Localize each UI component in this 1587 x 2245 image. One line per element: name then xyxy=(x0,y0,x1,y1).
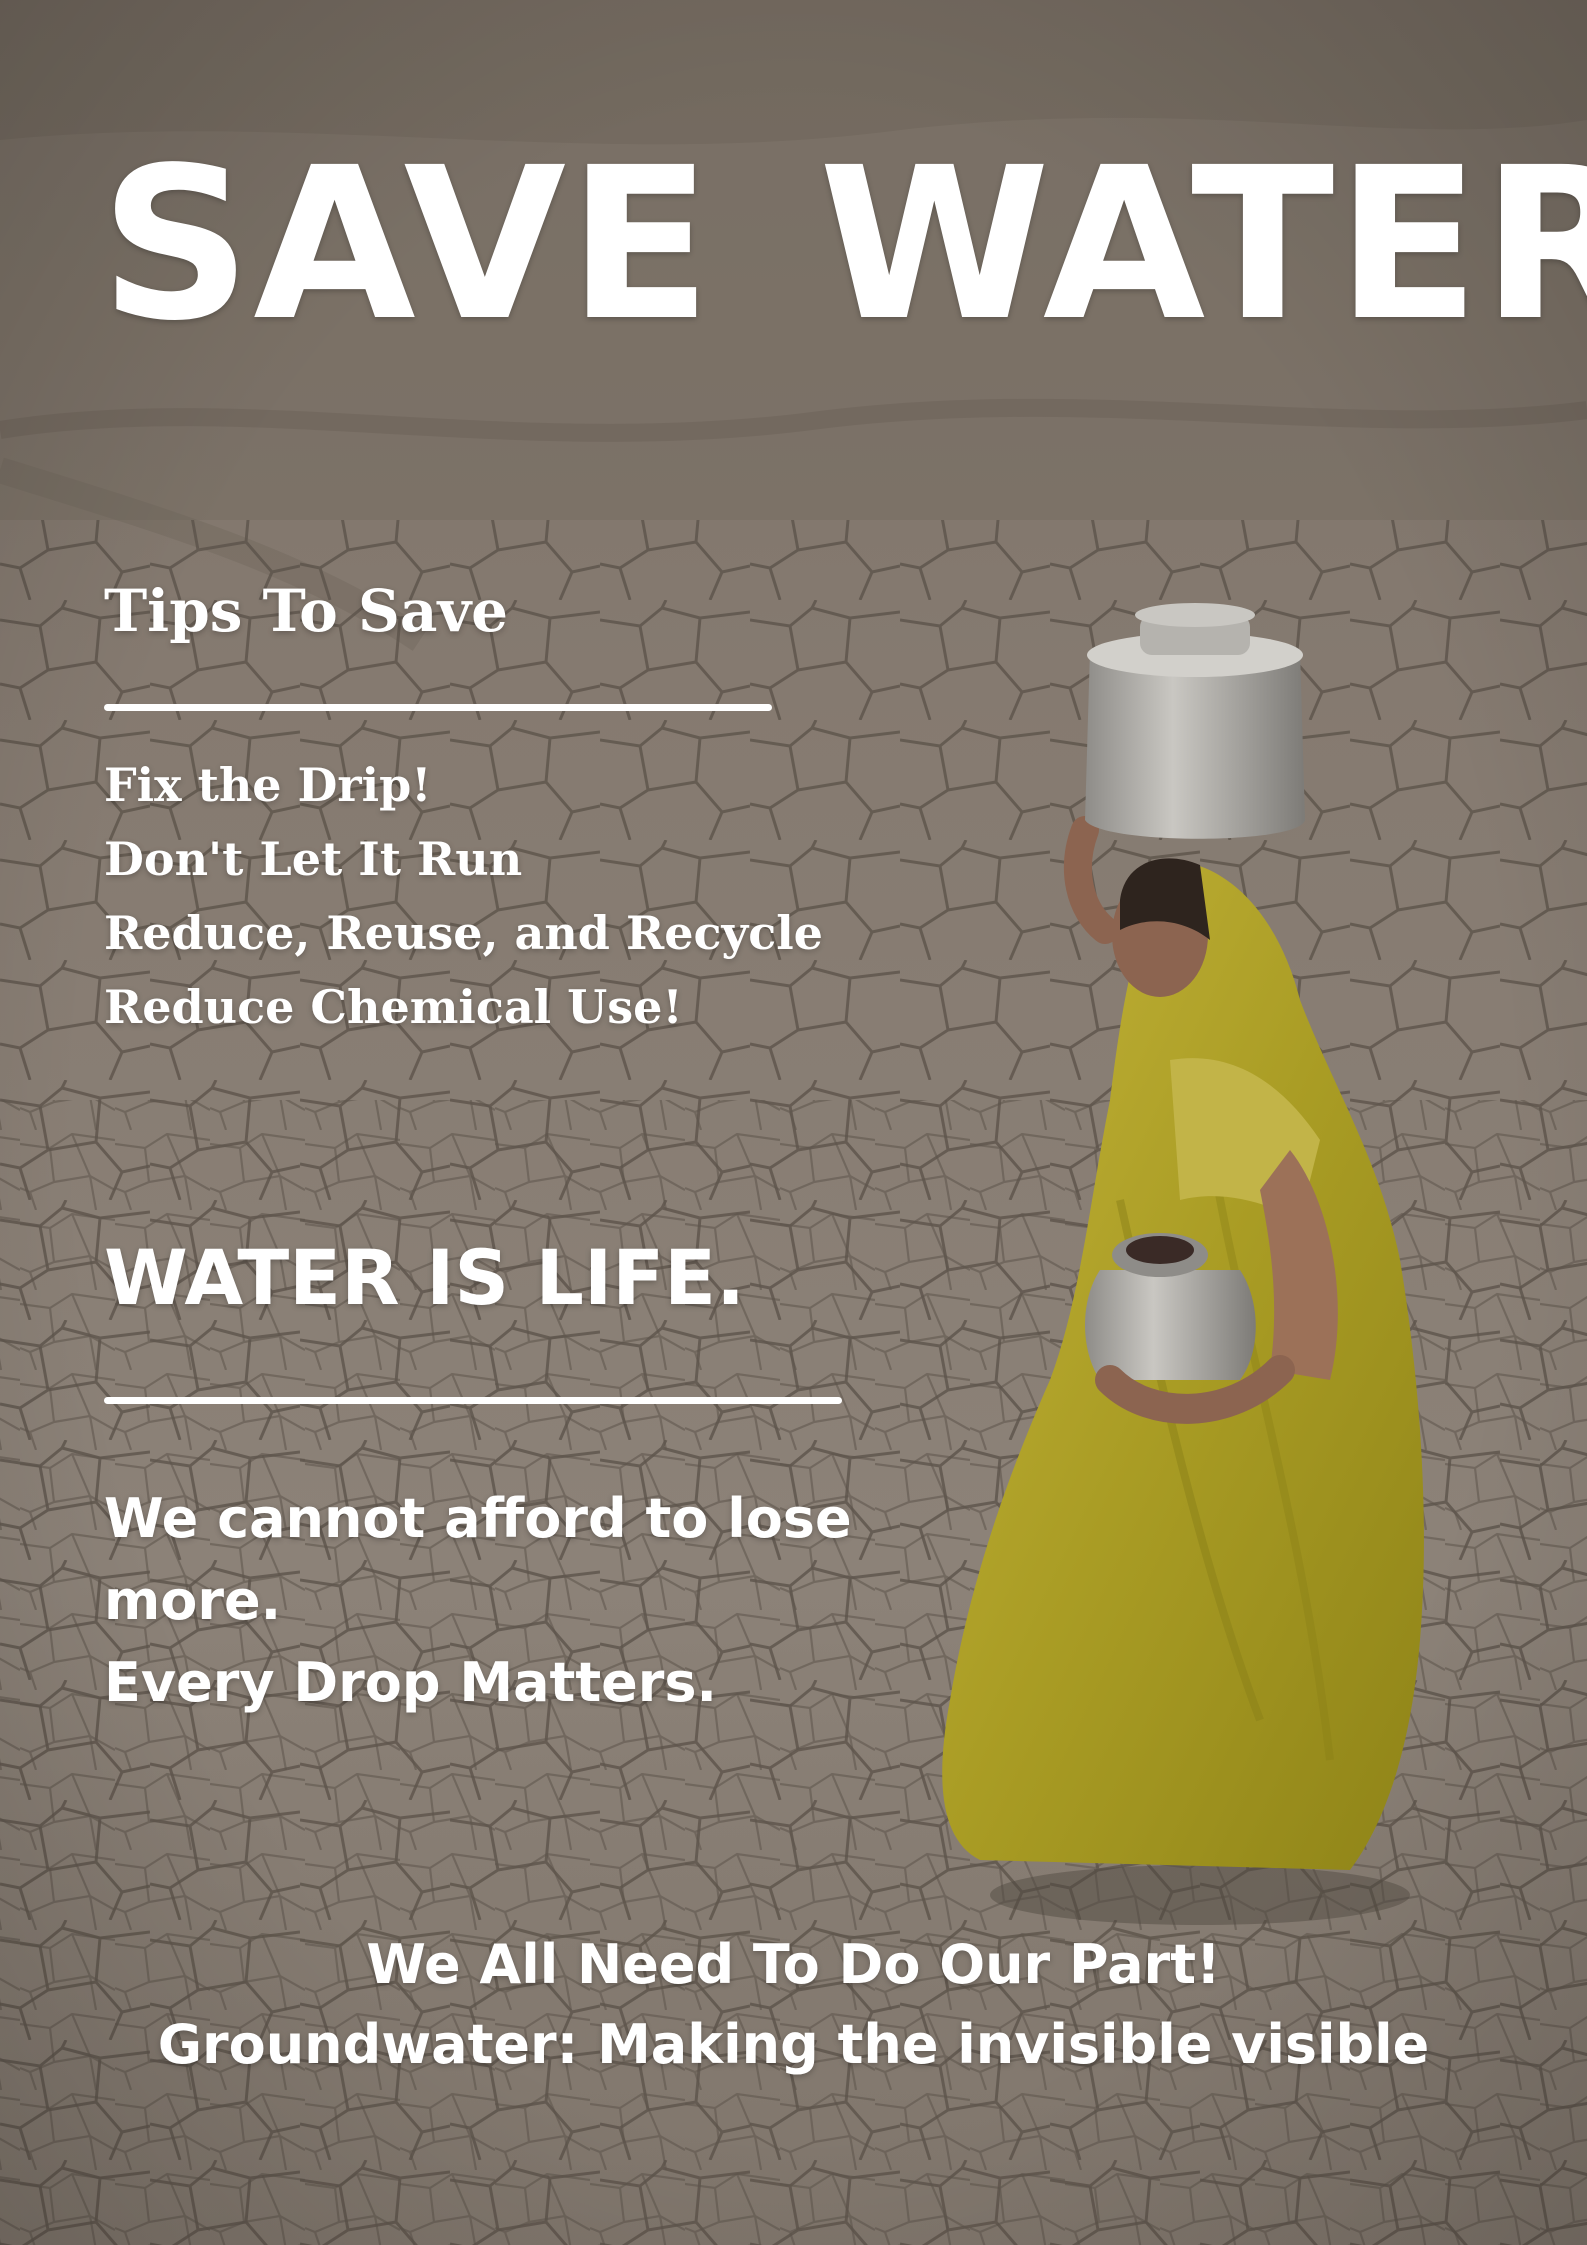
tips-list: Fix the Drip! Don't Let It Run Reduce, R… xyxy=(104,748,823,1044)
tips-heading: Tips To Save xyxy=(104,577,509,645)
slogan-divider xyxy=(104,1397,842,1404)
footer-text: We All Need To Do Our Part! Groundwater:… xyxy=(0,1925,1587,2085)
message-line: Every Drop Matters. xyxy=(104,1651,718,1714)
tip-item: Reduce Chemical Use! xyxy=(104,980,683,1034)
tip-item: Fix the Drip! xyxy=(104,758,432,812)
tip-item: Reduce, Reuse, and Recycle xyxy=(104,906,823,960)
tip-item: Don't Let It Run xyxy=(104,832,523,886)
tips-divider xyxy=(104,704,772,711)
message-text: We cannot afford to lose more. Every Dro… xyxy=(104,1478,924,1724)
footer-line: We All Need To Do Our Part! xyxy=(366,1933,1221,1996)
poster-title: SAVE WATER xyxy=(100,122,1587,367)
poster: SAVE WATER Tips To Save Fix the Drip! Do… xyxy=(0,0,1587,2245)
poster-text: SAVE WATER Tips To Save Fix the Drip! Do… xyxy=(0,0,1587,2245)
message-line: We cannot afford to lose more. xyxy=(104,1487,852,1632)
slogan-heading: WATER IS LIFE. xyxy=(104,1233,745,1322)
footer-line: Groundwater: Making the invisible visibl… xyxy=(157,2013,1430,2076)
